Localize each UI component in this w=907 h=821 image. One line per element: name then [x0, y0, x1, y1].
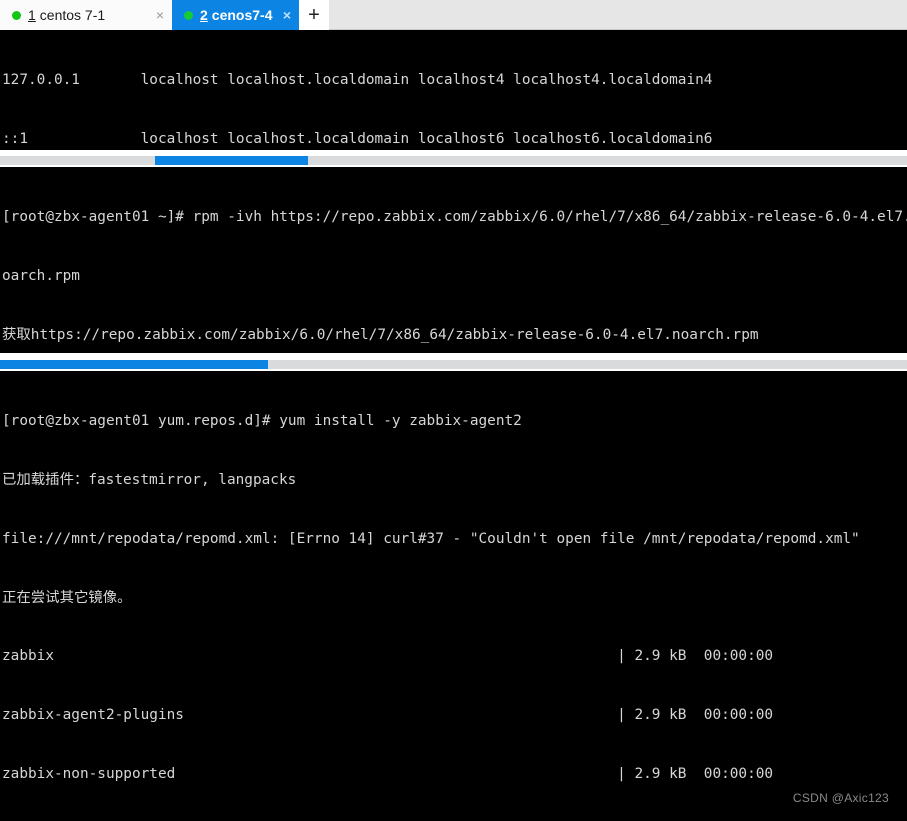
tab-status-dot-icon — [12, 10, 21, 20]
terminal-window: 1 centos 7-1 × 2 cenos7-4 × + 127.0.0.1 … — [0, 0, 907, 821]
horizontal-scrollbar-track[interactable] — [0, 156, 907, 165]
tab-label: centos 7-1 — [39, 7, 106, 23]
terminal-line: zabbix | 2.9 kB 00:00:00 — [2, 648, 774, 665]
terminal-line: 已加载插件：fastestmirror, langpacks — [2, 471, 297, 488]
terminal-pane-rpm[interactable]: [root@zbx-agent01 ~]# rpm -ivh https://r… — [0, 167, 907, 353]
terminal-line: 获取https://repo.zabbix.com/zabbix/6.0/rhe… — [2, 326, 759, 343]
terminal-pane-vim-hosts[interactable]: 127.0.0.1 localhost localhost.localdomai… — [0, 30, 907, 150]
tab-index: 1 — [28, 7, 36, 23]
pane-splitter-top — [0, 150, 907, 167]
terminal-line: zabbix-non-supported | 2.9 kB 00:00:00 — [2, 765, 774, 782]
terminal-line: 正在尝试其它镜像。 — [2, 589, 132, 606]
horizontal-scrollbar-track[interactable] — [0, 360, 907, 369]
horizontal-scrollbar-thumb[interactable] — [0, 360, 268, 369]
terminal-line: [root@zbx-agent01 ~]# rpm -ivh https://r… — [2, 209, 907, 226]
pane-splitter-bottom — [0, 353, 907, 371]
terminal-line: ::1 localhost localhost.localdomain loca… — [2, 130, 713, 147]
tab-index: 2 — [200, 7, 208, 23]
new-tab-button[interactable]: + — [299, 0, 329, 30]
terminal-pane-yum[interactable]: [root@zbx-agent01 yum.repos.d]# yum inst… — [0, 371, 907, 821]
close-icon[interactable]: × — [156, 8, 164, 22]
tab-centos-7-1[interactable]: 1 centos 7-1 × — [0, 0, 172, 30]
tab-bar: 1 centos 7-1 × 2 cenos7-4 × + — [0, 0, 907, 30]
terminal-line: [root@zbx-agent01 yum.repos.d]# yum inst… — [2, 413, 522, 430]
terminal-line: oarch.rpm — [2, 267, 80, 284]
tab-label: cenos7-4 — [211, 7, 273, 23]
tab-cenos7-4[interactable]: 2 cenos7-4 × — [172, 0, 299, 30]
horizontal-scrollbar-thumb[interactable] — [155, 156, 308, 165]
terminal-line: 127.0.0.1 localhost localhost.localdomai… — [2, 72, 713, 89]
tab-status-dot-icon — [184, 10, 193, 20]
terminal-line: file:///mnt/repodata/repomd.xml: [Errno … — [2, 530, 860, 547]
terminal-line: zabbix-agent2-plugins | 2.9 kB 00:00:00 — [2, 707, 774, 724]
close-icon[interactable]: × — [283, 8, 291, 22]
tab-bar-filler — [329, 0, 907, 29]
